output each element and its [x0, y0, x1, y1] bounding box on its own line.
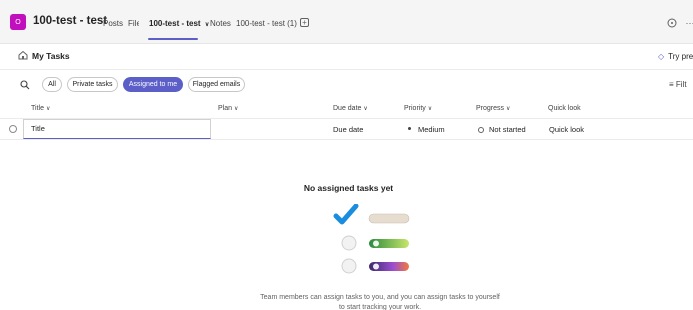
chevron-down-icon: ∨ — [427, 106, 433, 112]
priority-bullet-icon — [408, 127, 411, 130]
radio-2-icon — [341, 235, 357, 251]
tab-active-label: 100-test - test — [149, 19, 201, 28]
filter-all[interactable]: All — [42, 77, 62, 92]
bar-1 — [368, 213, 410, 224]
column-priority[interactable]: Priority ∨ — [404, 105, 432, 112]
column-title-label: Title — [31, 105, 44, 112]
tab-files[interactable]: Files — [128, 19, 139, 28]
team-avatar[interactable]: O — [10, 14, 26, 30]
progress-cell[interactable]: Not started — [478, 125, 526, 134]
search-icon[interactable] — [20, 80, 30, 90]
priority-cell[interactable]: Medium — [408, 125, 445, 134]
chevron-down-icon: ∨ — [45, 106, 51, 112]
filter-button[interactable]: ≡ Filt — [669, 80, 687, 89]
column-due-date-label: Due date — [333, 105, 362, 112]
tab-posts[interactable]: Posts — [103, 19, 123, 28]
chevron-down-icon: ∨ — [506, 106, 511, 112]
tab-active[interactable]: 100-test - test ∨ — [149, 19, 209, 28]
filter-label: Filt — [675, 80, 687, 89]
channel-header: O 100-test - test Posts Files 100-test -… — [0, 0, 693, 44]
active-tab-indicator — [148, 38, 198, 40]
tab-notes[interactable]: Notes — [210, 19, 231, 28]
column-quick-look: Quick look — [548, 105, 581, 112]
home-icon[interactable] — [18, 50, 28, 60]
empty-state-description: Team members can assign tasks to you, an… — [260, 294, 500, 310]
not-started-icon — [478, 127, 484, 133]
column-title[interactable]: Title ∨ — [31, 105, 50, 112]
diamond-icon: ◇ — [658, 52, 665, 61]
row-divider — [0, 139, 693, 140]
team-title: 100-test - test — [33, 15, 108, 27]
complete-task-radio[interactable] — [9, 125, 17, 133]
try-premium-button[interactable]: ◇ Try pre — [658, 52, 693, 61]
app-header: My Tasks ◇ Try pre — [0, 44, 693, 70]
column-due-date[interactable]: Due date ∨ — [333, 105, 368, 112]
filter-icon: ≡ — [669, 80, 674, 89]
try-premium-label: Try pre — [668, 52, 693, 61]
filter-flagged-emails[interactable]: Flagged emails — [188, 77, 245, 92]
add-tab-button[interactable]: + — [300, 18, 309, 27]
radio-3-icon — [341, 258, 357, 274]
quick-look-cell[interactable]: Quick look — [549, 125, 584, 134]
due-date-cell[interactable]: Due date — [333, 125, 363, 134]
empty-state-title: No assigned tasks yet — [0, 183, 693, 193]
column-progress-label: Progress — [476, 105, 505, 112]
filter-private-tasks[interactable]: Private tasks — [67, 77, 118, 92]
page-title: My Tasks — [32, 51, 70, 61]
column-plan-label: Plan — [218, 105, 233, 112]
chevron-down-icon: ∨ — [204, 22, 210, 28]
empty-state-title-text: No assigned tasks yet — [303, 183, 394, 193]
tab-second-test[interactable]: 100-test - test (1) — [236, 19, 297, 28]
column-priority-label: Priority — [404, 105, 426, 112]
chevron-down-icon: ∨ — [234, 106, 239, 112]
column-progress[interactable]: Progress ∨ — [476, 105, 510, 112]
checkmark-icon — [333, 204, 359, 225]
progress-value: Not started — [489, 125, 526, 134]
chat-icon[interactable] — [667, 18, 677, 28]
chevron-down-icon: ∨ — [363, 106, 368, 112]
empty-tasks-illustration — [333, 204, 410, 274]
column-plan[interactable]: Plan ∨ — [218, 105, 238, 112]
filter-assigned-to-me[interactable]: Assigned to me — [123, 77, 183, 92]
task-title-input[interactable]: Title — [23, 119, 211, 139]
priority-value: Medium — [418, 125, 445, 134]
more-icon[interactable]: ⋯ — [685, 18, 693, 28]
